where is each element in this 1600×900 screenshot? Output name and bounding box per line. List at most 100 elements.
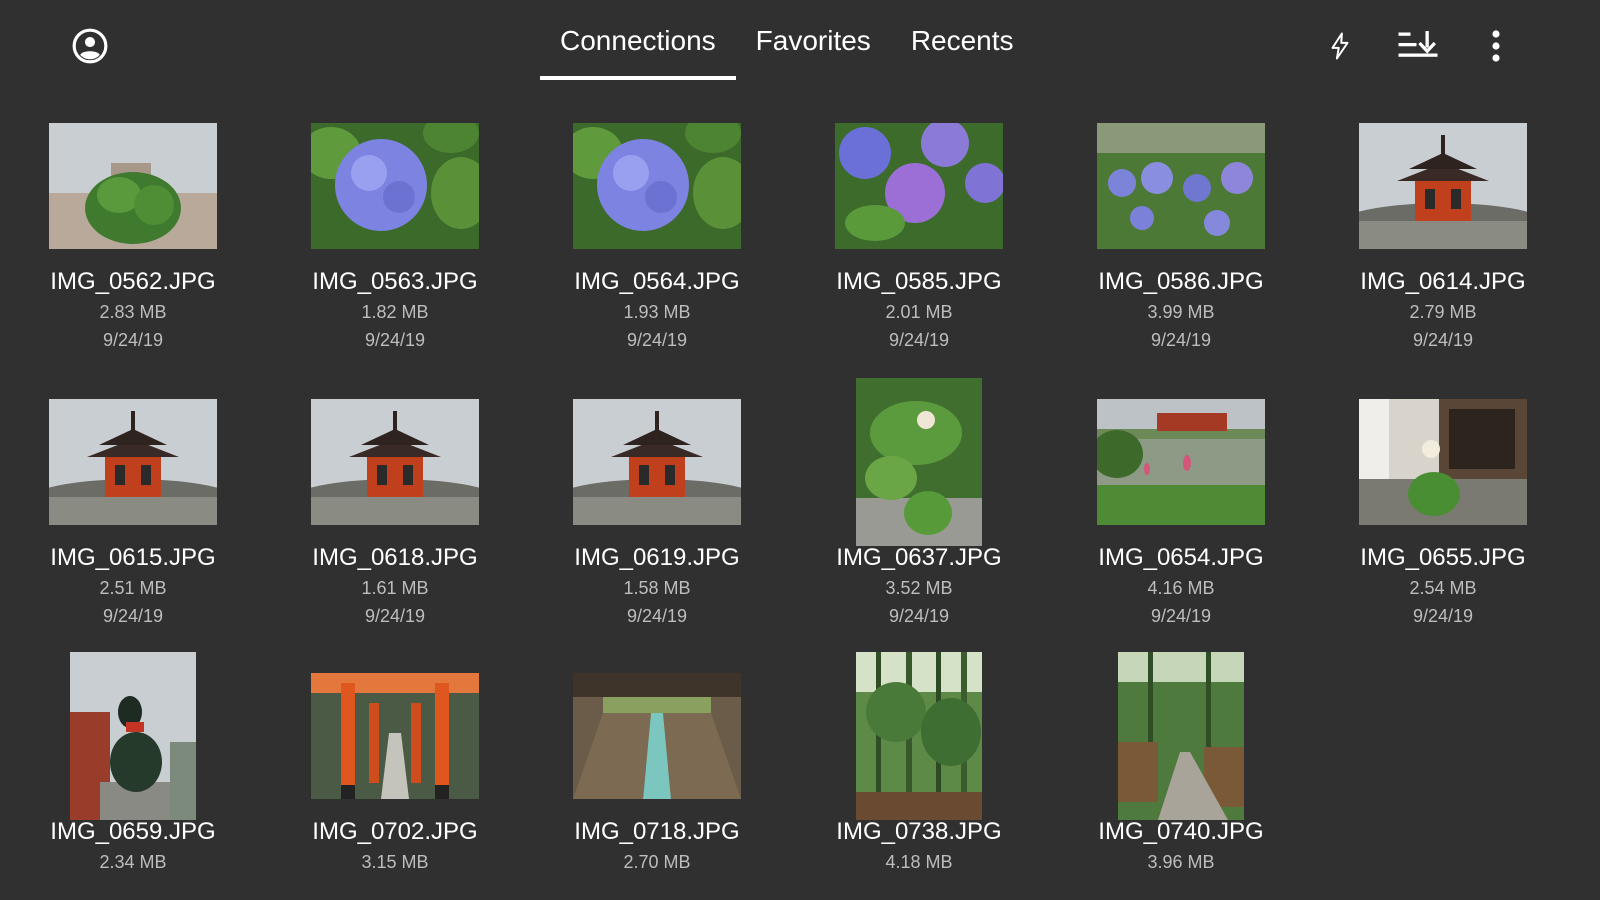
- photo-thumbnail[interactable]: [573, 399, 741, 525]
- file-tile[interactable]: IMG_0659.JPG 2.34 MB: [0, 650, 266, 900]
- file-size: 2.83 MB: [99, 302, 167, 322]
- thumbnail-container: [0, 100, 266, 272]
- file-size: 3.52 MB: [885, 578, 953, 598]
- file-name: IMG_0738.JPG: [836, 818, 1002, 845]
- photo-thumbnail[interactable]: [70, 652, 196, 820]
- file-name: IMG_0564.JPG: [574, 268, 740, 295]
- file-tile[interactable]: IMG_0614.JPG 2.79 MB 9/24/19: [1310, 100, 1576, 380]
- file-tile[interactable]: IMG_0619.JPG 1.58 MB 9/24/19: [524, 376, 790, 656]
- file-size: 2.51 MB: [99, 578, 167, 598]
- file-date: 9/24/19: [888, 330, 950, 350]
- file-name: IMG_0659.JPG: [50, 818, 216, 845]
- file-size: 1.61 MB: [361, 578, 429, 598]
- file-size: 2.34 MB: [99, 852, 167, 872]
- thumbnail-container: [262, 650, 528, 822]
- thumbnail-container: [1048, 376, 1314, 548]
- account-button[interactable]: [70, 26, 110, 66]
- tab-recents[interactable]: Recents: [891, 0, 1034, 84]
- photo-thumbnail[interactable]: [1097, 399, 1265, 525]
- thumbnail-container: [1048, 650, 1314, 822]
- photo-thumbnail[interactable]: [49, 123, 217, 249]
- file-name: IMG_0562.JPG: [50, 268, 216, 295]
- file-date: 9/24/19: [888, 606, 950, 626]
- file-date: 9/24/19: [364, 330, 426, 350]
- file-name: IMG_0586.JPG: [1098, 268, 1264, 295]
- thumbnail-container: [786, 376, 1052, 548]
- photo-thumbnail[interactable]: [1097, 123, 1265, 249]
- thumbnail-container: [1310, 376, 1576, 548]
- file-name: IMG_0637.JPG: [836, 544, 1002, 571]
- file-tile[interactable]: IMG_0618.JPG 1.61 MB 9/24/19: [262, 376, 528, 656]
- photo-thumbnail[interactable]: [311, 123, 479, 249]
- tab-connections[interactable]: Connections: [540, 0, 736, 84]
- file-name: IMG_0619.JPG: [574, 544, 740, 571]
- file-tile[interactable]: IMG_0562.JPG 2.83 MB 9/24/19: [0, 100, 266, 380]
- tab-favorites-label: Favorites: [755, 25, 871, 56]
- more-options-button[interactable]: [1472, 22, 1520, 70]
- photo-thumbnail[interactable]: [49, 399, 217, 525]
- file-size: 1.58 MB: [623, 578, 691, 598]
- file-date: 9/24/19: [1150, 606, 1212, 626]
- file-name: IMG_0585.JPG: [836, 268, 1002, 295]
- file-name: IMG_0614.JPG: [1360, 268, 1526, 295]
- account-circle-icon: [72, 28, 108, 64]
- photo-thumbnail[interactable]: [1118, 652, 1244, 820]
- sort-button[interactable]: [1394, 22, 1442, 70]
- photo-thumbnail[interactable]: [1359, 123, 1527, 249]
- photo-thumbnail[interactable]: [856, 652, 982, 820]
- file-size: 3.96 MB: [1147, 852, 1215, 872]
- file-tile[interactable]: IMG_0740.JPG 3.96 MB: [1048, 650, 1314, 900]
- file-tile[interactable]: IMG_0655.JPG 2.54 MB 9/24/19: [1310, 376, 1576, 656]
- file-tile[interactable]: IMG_0563.JPG 1.82 MB 9/24/19: [262, 100, 528, 380]
- tab-recents-label: Recents: [910, 25, 1014, 56]
- file-name: IMG_0563.JPG: [312, 268, 478, 295]
- file-size: 4.16 MB: [1147, 578, 1215, 598]
- file-size: 2.79 MB: [1409, 302, 1477, 322]
- thumbnail-container: [786, 100, 1052, 272]
- file-name: IMG_0718.JPG: [574, 818, 740, 845]
- file-tile[interactable]: IMG_0615.JPG 2.51 MB 9/24/19: [0, 376, 266, 656]
- file-tile[interactable]: IMG_0702.JPG 3.15 MB: [262, 650, 528, 900]
- file-tile[interactable]: IMG_0738.JPG 4.18 MB: [786, 650, 1052, 900]
- file-size: 3.15 MB: [361, 852, 429, 872]
- photo-thumbnail[interactable]: [1359, 399, 1527, 525]
- file-tile[interactable]: IMG_0654.JPG 4.16 MB 9/24/19: [1048, 376, 1314, 656]
- file-tile[interactable]: IMG_0637.JPG 3.52 MB 9/24/19: [786, 376, 1052, 656]
- thumbnail-container: [524, 376, 790, 548]
- flash-icon: [1331, 32, 1349, 60]
- file-browser-app: Connections Favorites Recents IMG_0562.J…: [0, 0, 1600, 900]
- thumbnail-container: [524, 100, 790, 272]
- file-size: 3.99 MB: [1147, 302, 1215, 322]
- flash-button[interactable]: [1316, 22, 1364, 70]
- thumbnail-container: [0, 650, 266, 822]
- file-date: 9/24/19: [1412, 606, 1474, 626]
- photo-thumbnail[interactable]: [573, 673, 741, 799]
- file-date: 9/24/19: [102, 606, 164, 626]
- photo-thumbnail[interactable]: [311, 673, 479, 799]
- tab-favorites[interactable]: Favorites: [736, 0, 891, 84]
- tab-connections-label: Connections: [560, 25, 716, 56]
- thumbnail-container: [262, 376, 528, 548]
- file-date: 9/24/19: [626, 606, 688, 626]
- file-date: 9/24/19: [364, 606, 426, 626]
- top-app-bar: Connections Favorites Recents: [0, 0, 1600, 84]
- file-date: 9/24/19: [626, 330, 688, 350]
- sort-download-icon: [1398, 31, 1438, 57]
- file-size: 2.01 MB: [885, 302, 953, 322]
- file-size: 1.93 MB: [623, 302, 691, 322]
- file-tile[interactable]: IMG_0585.JPG 2.01 MB 9/24/19: [786, 100, 1052, 380]
- file-size: 2.70 MB: [623, 852, 691, 872]
- photo-thumbnail[interactable]: [311, 399, 479, 525]
- file-tile[interactable]: IMG_0586.JPG 3.99 MB 9/24/19: [1048, 100, 1314, 380]
- file-tile[interactable]: IMG_0718.JPG 2.70 MB: [524, 650, 790, 900]
- file-size: 4.18 MB: [885, 852, 953, 872]
- tab-bar: Connections Favorites Recents: [540, 0, 1034, 84]
- file-tile[interactable]: IMG_0564.JPG 1.93 MB 9/24/19: [524, 100, 790, 380]
- thumbnail-container: [1310, 100, 1576, 272]
- photo-thumbnail[interactable]: [856, 378, 982, 546]
- photo-thumbnail[interactable]: [835, 123, 1003, 249]
- file-date: 9/24/19: [102, 330, 164, 350]
- thumbnail-container: [262, 100, 528, 272]
- more-vert-icon: [1492, 30, 1500, 62]
- photo-thumbnail[interactable]: [573, 123, 741, 249]
